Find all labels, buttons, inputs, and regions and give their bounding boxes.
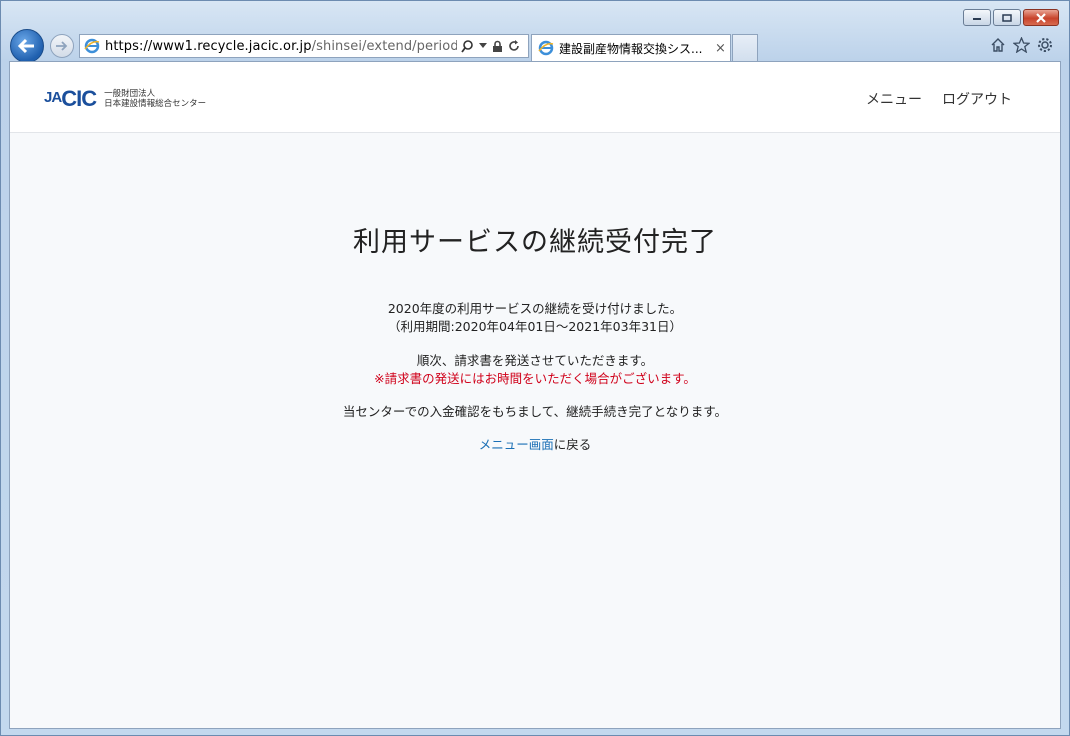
- invoice-warning: ※請求書の発送にはお時間をいただく場合がございます。: [374, 371, 696, 386]
- search-icon[interactable]: [461, 39, 474, 53]
- main-content: 利用サービスの継続受付完了 2020年度の利用サービスの継続を受け付けました。 …: [10, 133, 1060, 454]
- home-icon[interactable]: [990, 37, 1006, 53]
- tab-close-icon[interactable]: ×: [715, 41, 726, 56]
- back-suffix: に戻る: [553, 437, 592, 452]
- logo-org-name: 一般財団法人 日本建設情報総合センター: [104, 89, 206, 109]
- back-to-menu: メニュー画面に戻る: [10, 436, 1060, 454]
- nav-logout-link[interactable]: ログアウト: [942, 89, 1012, 109]
- maximize-icon: [1002, 13, 1012, 22]
- nav-menu-link[interactable]: メニュー: [866, 89, 922, 109]
- browser-window: https://www1.recycle.jacic.or.jp/shinsei…: [0, 0, 1070, 736]
- forward-arrow-icon: [56, 41, 68, 51]
- refresh-icon[interactable]: [508, 40, 520, 52]
- ie-tab-icon: [538, 40, 554, 56]
- maximize-button[interactable]: [993, 9, 1021, 26]
- dropdown-arrow-icon[interactable]: [479, 43, 487, 49]
- logo-mark-cic: CIC: [61, 86, 97, 111]
- url-domain: jacic.or.jp: [248, 38, 312, 54]
- close-icon: [1036, 12, 1046, 23]
- page-viewport: JACIC 一般財団法人 日本建設情報総合センター メニュー ログアウト 利用サ…: [9, 61, 1061, 729]
- browser-toolbar: [990, 37, 1053, 53]
- browser-tab[interactable]: 建設副産物情報交換シス... ×: [531, 34, 731, 61]
- header-nav: メニュー ログアウト: [866, 89, 1012, 109]
- site-header: JACIC 一般財団法人 日本建設情報総合センター メニュー ログアウト: [10, 62, 1060, 133]
- forward-button[interactable]: [50, 34, 74, 58]
- message-payment: 当センターでの入金確認をもちまして、継続手続き完了となります。: [342, 404, 728, 419]
- window-controls: [963, 9, 1059, 26]
- org-line-2: 日本建設情報総合センター: [104, 99, 207, 109]
- tab-title: 建設副産物情報交換シス...: [559, 41, 703, 56]
- minimize-button[interactable]: [963, 9, 991, 26]
- accepted-line: 2020年度の利用サービスの継続を受け付けました。: [387, 301, 683, 316]
- message-accepted: 2020年度の利用サービスの継続を受け付けました。 （利用期間:2020年04年…: [10, 300, 1060, 336]
- minimize-icon: [973, 17, 981, 20]
- settings-gear-icon[interactable]: [1037, 37, 1053, 53]
- back-arrow-icon: [17, 38, 34, 54]
- address-bar[interactable]: https://www1.recycle.jacic.or.jp/shinsei…: [79, 34, 529, 58]
- address-controls: [461, 39, 520, 53]
- back-button[interactable]: [10, 29, 44, 63]
- favorites-star-icon[interactable]: [1013, 37, 1030, 53]
- close-button[interactable]: [1023, 9, 1059, 26]
- url-path: /shinsei/extend/period/comp: [311, 38, 457, 54]
- logo-mark: JACIC: [44, 86, 97, 112]
- ie-icon: [84, 38, 100, 54]
- page-title: 利用サービスの継続受付完了: [353, 227, 717, 258]
- jacic-logo[interactable]: JACIC 一般財団法人 日本建設情報総合センター: [44, 86, 206, 112]
- org-line-1: 一般財団法人: [104, 89, 156, 99]
- invoice-line: 順次、請求書を発送させていただきます。: [416, 353, 654, 368]
- logo-mark-ja: JA: [44, 89, 62, 106]
- period-line: （利用期間:2020年04年01日〜2021年03年31日）: [388, 319, 682, 334]
- lock-icon[interactable]: [492, 40, 503, 53]
- new-tab-button[interactable]: [732, 34, 758, 61]
- address-url[interactable]: https://www1.recycle.jacic.or.jp/shinsei…: [105, 39, 457, 54]
- message-invoice: 順次、請求書を発送させていただきます。 ※請求書の発送にはお時間をいただく場合が…: [10, 352, 1060, 388]
- url-prefix: https://www1.recycle.: [105, 38, 249, 54]
- menu-screen-link[interactable]: メニュー画面: [479, 437, 554, 452]
